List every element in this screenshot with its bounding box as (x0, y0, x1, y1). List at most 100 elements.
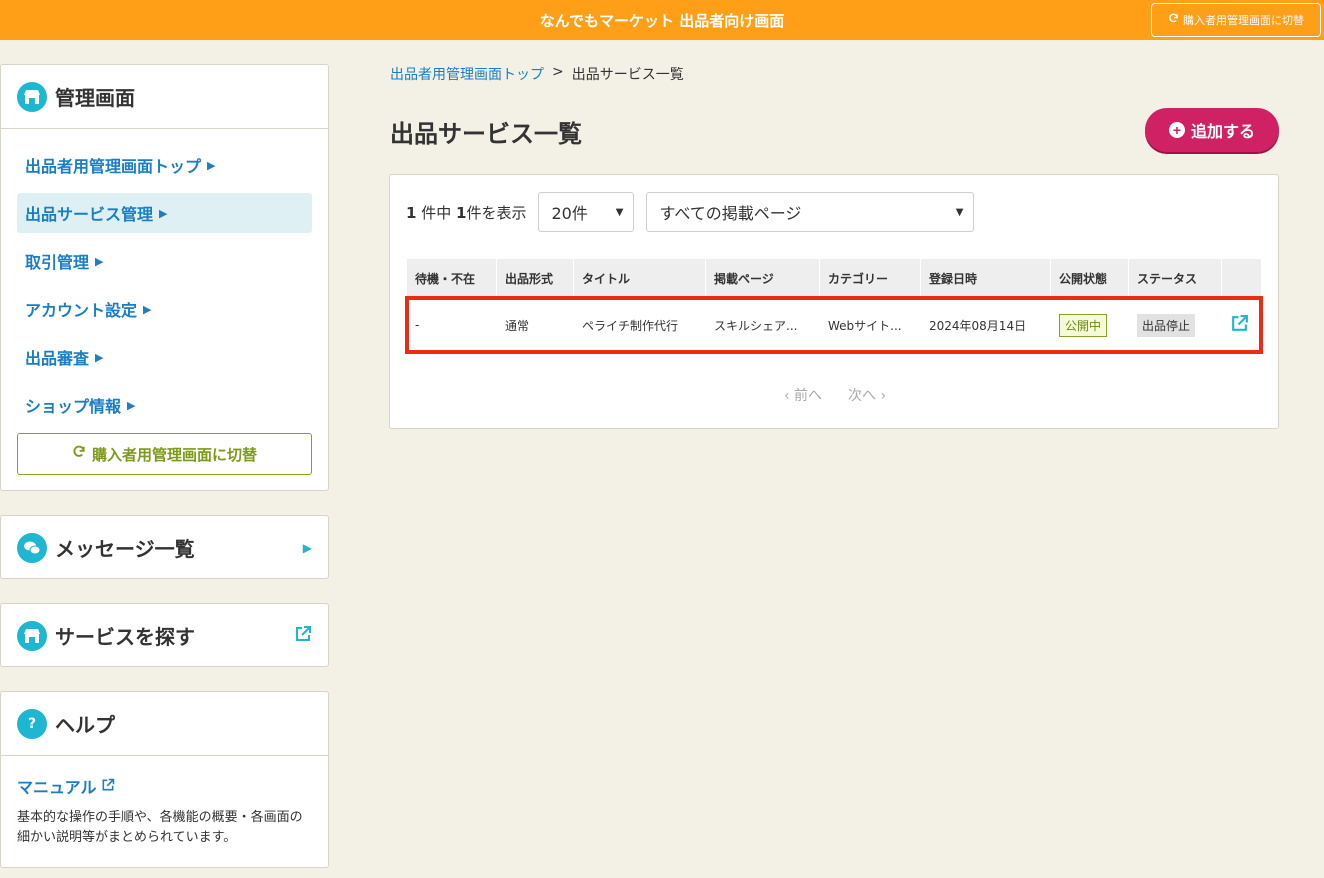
help-body: マニュアル 基本的な操作の手順や、各機能の概要・各画面の細かい説明等がまとめられ… (1, 756, 328, 866)
next-label: 次へ (848, 388, 876, 404)
admin-menu-header: 管理画面 (1, 65, 328, 128)
external-link-icon (294, 625, 312, 647)
column-header: 公開状態 (1051, 259, 1129, 297)
manual-link-label: マニュアル (17, 778, 97, 797)
help-card: ? ヘルプ マニュアル 基本的な操作の手順や、各機能の概要・各画面の細かい説明等… (0, 691, 329, 868)
breadcrumb-current: 出品サービス一覧 (571, 67, 684, 83)
column-header: カテゴリー (820, 259, 921, 297)
find-services-card[interactable]: サービスを探す (0, 603, 329, 667)
refresh-icon (72, 445, 86, 463)
breadcrumb: 出品者用管理画面トップ > 出品サービス一覧 (390, 64, 684, 84)
next-page-button[interactable]: 次へ › (848, 385, 886, 405)
external-link-icon (101, 777, 115, 796)
table-row[interactable]: - 通常 ペライチ制作代行 スキルシェア... Webサイト... 2024年0… (405, 296, 1263, 354)
total-count: 1 (406, 203, 417, 222)
admin-nav: 出品者用管理画面トップ ▶ 出品サービス管理 ▶ 取引管理 ▶ アカウント設定 … (1, 129, 328, 491)
question-icon: ? (17, 708, 47, 739)
shop-icon (17, 620, 47, 651)
service-table: 待機・不在 出品形式 タイトル 掲載ページ カテゴリー 登録日時 公開状態 ステ… (405, 259, 1263, 354)
column-header: 登録日時 (921, 259, 1051, 297)
sidebar-item-label: 出品者用管理画面トップ (25, 157, 202, 176)
result-count: 1 件中 1件を表示 (406, 202, 526, 223)
sidebar-item-seller-top[interactable]: 出品者用管理画面トップ ▶ (17, 145, 312, 185)
messages-title: メッセージ一覧 (55, 537, 195, 561)
cell-page: スキルシェア... (714, 318, 798, 333)
switch-label: 購入者用管理画面に切替 (91, 445, 257, 464)
admin-menu-card: 管理画面 出品者用管理画面トップ ▶ 出品サービス管理 ▶ 取引管理 ▶ アカウ… (0, 64, 329, 491)
sidebar-item-transactions[interactable]: 取引管理 ▶ (17, 241, 312, 281)
column-header (1222, 259, 1261, 297)
pagination: ‹ 前へ 次へ › (390, 385, 1280, 405)
cell-title[interactable]: ペライチ制作代行 (574, 298, 706, 352)
column-header: ステータス (1129, 259, 1222, 297)
admin-menu-title: 管理画面 (55, 86, 135, 110)
cell-presence: - (415, 318, 420, 332)
shop-icon (17, 81, 47, 112)
messages-header[interactable]: メッセージ一覧 ▶ (1, 516, 328, 579)
caret-right-icon: ▶ (207, 158, 216, 172)
find-services-title: サービスを探す (55, 625, 195, 649)
switch-to-buyer-button[interactable]: 購入者用管理画面に切替 (1151, 3, 1321, 37)
cell-open (1222, 298, 1261, 352)
cell-format: 通常 (505, 318, 530, 333)
list-controls: 1 件中 1件を表示 20件 ▼ すべての掲載ページ ▼ (406, 192, 975, 232)
messages-card[interactable]: メッセージ一覧 ▶ (0, 515, 329, 579)
caret-right-icon: ▶ (159, 206, 168, 220)
caret-down-icon: ▼ (955, 206, 964, 218)
service-list-panel: 1 件中 1件を表示 20件 ▼ すべての掲載ページ ▼ 待機・不在 出品形式 … (389, 174, 1279, 429)
status-badge: 公開中 (1059, 313, 1108, 337)
column-header: タイトル (574, 259, 706, 297)
sidebar-item-label: アカウント設定 (25, 301, 138, 320)
breadcrumb-seller-top-link[interactable]: 出品者用管理画面トップ (390, 64, 544, 84)
add-service-button[interactable]: + 追加する (1145, 108, 1279, 152)
switch-label: 購入者用管理画面に切替 (1183, 15, 1304, 27)
cell-status: 出品停止 (1129, 298, 1222, 352)
breadcrumb-separator: > (552, 64, 564, 80)
column-header: 出品形式 (497, 259, 574, 297)
chevron-left-icon: ‹ (783, 388, 794, 404)
per-page-value: 20件 (551, 204, 588, 223)
add-label: 追加する (1190, 124, 1255, 141)
sidebar-item-listing-review[interactable]: 出品審査 ▶ (17, 337, 312, 377)
help-header: ? ヘルプ (1, 692, 328, 755)
sidebar-item-label: 出品審査 (25, 349, 90, 368)
help-title: ヘルプ (55, 713, 115, 737)
refresh-icon (1168, 13, 1179, 27)
caret-down-icon: ▼ (615, 206, 624, 218)
page-filter-select[interactable]: すべての掲載ページ ▼ (646, 192, 975, 232)
chat-icon (17, 532, 47, 563)
caret-right-icon: ▶ (127, 398, 136, 412)
prev-page-button[interactable]: ‹ 前へ (784, 385, 822, 405)
caret-right-icon: ▶ (95, 350, 104, 364)
count-suffix: 件を表示 (466, 203, 527, 222)
column-header: 掲載ページ (706, 259, 820, 297)
site-title: なんでもマーケット 出品者向け画面 (539, 11, 785, 30)
cell-publish-state: 公開中 (1051, 298, 1129, 352)
sidebar-item-shop-info[interactable]: ショップ情報 ▶ (17, 385, 312, 425)
sidebar-item-label: ショップ情報 (25, 397, 122, 416)
per-page-select[interactable]: 20件 ▼ (538, 192, 635, 232)
chevron-right-icon: › (876, 388, 887, 404)
help-description: 基本的な操作の手順や、各機能の概要・各画面の細かい説明等がまとめられています。 (17, 810, 303, 845)
caret-right-icon: ▶ (302, 540, 312, 555)
table-header: 待機・不在 出品形式 タイトル 掲載ページ カテゴリー 登録日時 公開状態 ステ… (407, 259, 1261, 297)
external-link-icon[interactable] (1230, 314, 1249, 336)
page-title: 出品サービス一覧 (390, 120, 582, 148)
cell-registered: 2024年08月14日 (929, 318, 1027, 333)
cell-category: Webサイト... (828, 318, 902, 333)
shown-count: 1 (456, 203, 467, 222)
caret-right-icon: ▶ (143, 302, 152, 316)
sidebar-item-label: 取引管理 (25, 253, 90, 272)
sidebar-item-service-management[interactable]: 出品サービス管理 ▶ (17, 193, 312, 233)
sidebar-item-account-settings[interactable]: アカウント設定 ▶ (17, 289, 312, 329)
sidebar-switch-to-buyer-button[interactable]: 購入者用管理画面に切替 (17, 433, 312, 475)
caret-right-icon: ▶ (95, 254, 104, 268)
status-badge: 出品停止 (1137, 313, 1196, 337)
sidebar-item-label: 出品サービス管理 (25, 205, 154, 224)
find-services-header[interactable]: サービスを探す (1, 604, 328, 667)
manual-link[interactable]: マニュアル (17, 774, 312, 798)
column-header: 待機・不在 (407, 259, 497, 297)
prev-label: 前へ (794, 388, 822, 404)
page-filter-value: すべての掲載ページ (659, 204, 802, 223)
count-mid: 件中 (421, 203, 452, 222)
